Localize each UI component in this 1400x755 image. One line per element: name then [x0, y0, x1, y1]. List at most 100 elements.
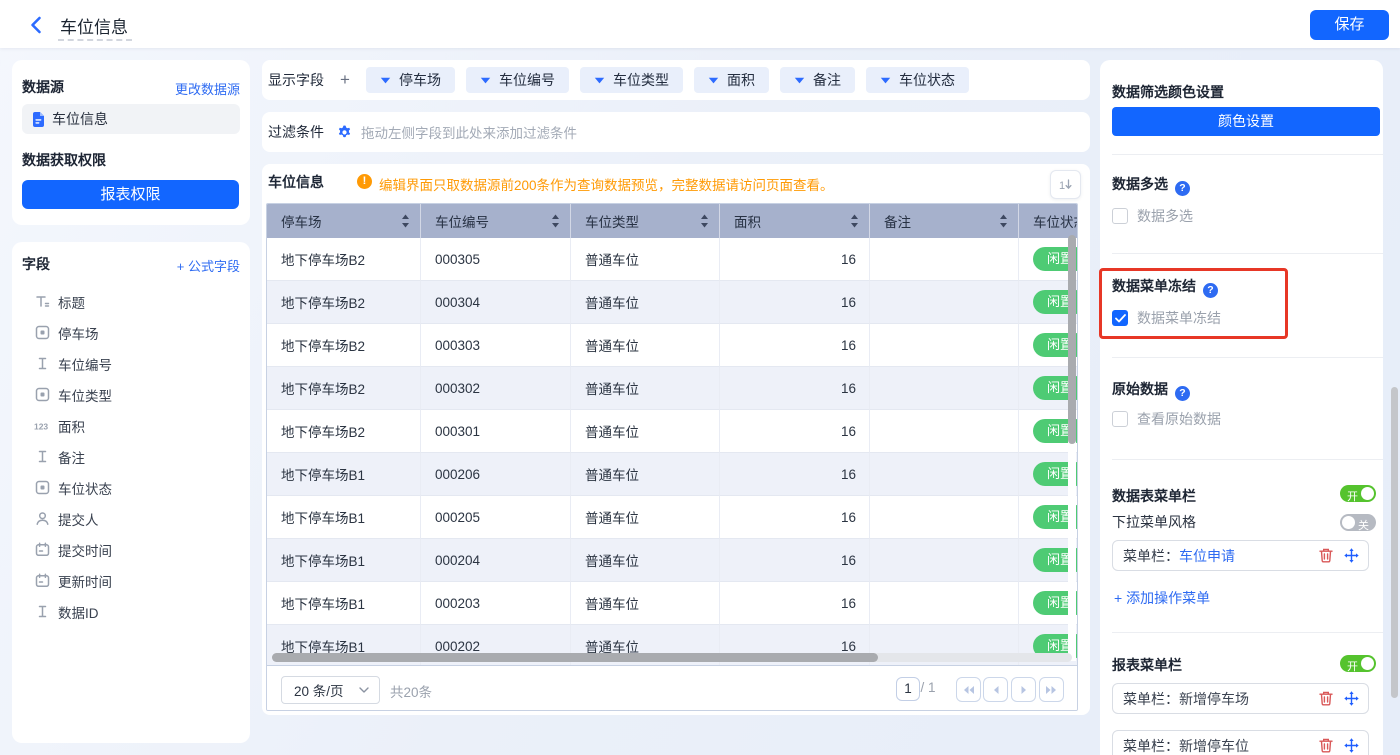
field-list-item[interactable]: 停车场	[22, 317, 240, 348]
rawdata-checkbox-label: 查看原始数据	[1137, 409, 1221, 429]
cell-code: 000205	[421, 496, 571, 539]
divider	[1112, 253, 1383, 254]
field-chip[interactable]: 面积	[694, 67, 769, 93]
field-list-item[interactable]: 车位状态	[22, 472, 240, 503]
sort-icon[interactable]	[999, 214, 1008, 228]
column-header[interactable]: 车位状态	[1019, 204, 1077, 238]
field-list-item[interactable]: 标题	[22, 286, 240, 317]
field-list-item[interactable]: 备注	[22, 441, 240, 472]
field-label: 提交人	[58, 509, 99, 529]
table-row[interactable]: 地下停车场B2 000303 普通车位 16 闲置	[267, 324, 1077, 367]
freeze-checkbox[interactable]	[1112, 310, 1128, 326]
table-row[interactable]: 地下停车场B2 000302 普通车位 16 闲置	[267, 367, 1077, 410]
save-button[interactable]: 保存	[1310, 10, 1389, 40]
column-header[interactable]: 停车场	[267, 204, 421, 238]
help-icon[interactable]: ?	[1175, 386, 1190, 401]
field-chip-label: 车位状态	[899, 70, 955, 90]
back-icon[interactable]	[26, 14, 48, 36]
gear-icon[interactable]	[337, 125, 352, 140]
report-permission-button[interactable]: 报表权限	[22, 180, 239, 209]
field-chip[interactable]: 备注	[780, 67, 855, 93]
column-header[interactable]: 车位类型	[571, 204, 720, 238]
dropdown-style-toggle[interactable]: 关	[1340, 514, 1376, 531]
field-type-icon	[34, 387, 50, 403]
sort-order-button[interactable]: 1	[1050, 170, 1081, 199]
page-scrollbar[interactable]	[1391, 387, 1398, 698]
field-type-icon: 123	[34, 418, 50, 434]
field-list-item[interactable]: 数据ID	[22, 596, 240, 627]
field-list-item[interactable]: 提交时间	[22, 534, 240, 565]
sort-icon[interactable]	[401, 214, 410, 228]
cell-code: 000301	[421, 410, 571, 453]
page-title[interactable]: 车位信息	[60, 13, 128, 38]
table-row[interactable]: 地下停车场B1 000203 普通车位 16 闲置	[267, 582, 1077, 625]
table-horizontal-scrollbar[interactable]	[272, 653, 878, 662]
column-header[interactable]: 备注	[870, 204, 1019, 238]
delete-icon[interactable]	[1319, 548, 1333, 563]
sort-icon[interactable]	[551, 214, 560, 228]
delete-icon[interactable]	[1319, 738, 1333, 753]
table-vertical-scrollbar[interactable]	[1068, 235, 1076, 444]
field-chip[interactable]: 车位状态	[866, 67, 969, 93]
rawdata-checkbox[interactable]	[1112, 411, 1128, 427]
field-list-item[interactable]: 更新时间	[22, 565, 240, 596]
formula-field-link[interactable]: + 公式字段	[177, 256, 240, 275]
move-icon[interactable]	[1344, 738, 1359, 753]
top-bar: 车位信息 保存	[0, 0, 1400, 48]
field-chip[interactable]: 停车场	[366, 67, 455, 93]
filter-drop-placeholder: 拖动左侧字段到此处来添加过滤条件	[361, 122, 577, 142]
field-type-icon	[34, 294, 50, 310]
cell-parking: 地下停车场B2	[267, 281, 421, 324]
field-list-item[interactable]: 车位编号	[22, 348, 240, 379]
add-display-field-icon[interactable]: +	[339, 70, 351, 90]
sort-icon[interactable]	[850, 214, 859, 228]
page-count-label: / 1	[916, 680, 940, 695]
page-size-select[interactable]: 20 条/页	[281, 676, 380, 704]
table-menu-toggle[interactable]: 开	[1340, 485, 1376, 502]
table-row[interactable]: 地下停车场B2 000301 普通车位 16 闲置	[267, 410, 1077, 453]
column-header[interactable]: 面积	[720, 204, 870, 238]
table-row[interactable]: 地下停车场B2 000304 普通车位 16 闲置	[267, 281, 1077, 324]
first-page-button[interactable]	[956, 677, 981, 702]
cell-parking: 地下停车场B1	[267, 582, 421, 625]
cell-area: 16	[720, 539, 870, 582]
rawdata-checkbox-row[interactable]: 查看原始数据	[1112, 409, 1221, 429]
menu-item-add-parking-space[interactable]: 菜单栏： 新增停车位	[1112, 730, 1369, 755]
field-chip[interactable]: 车位编号	[466, 67, 569, 93]
delete-icon[interactable]	[1319, 691, 1333, 706]
help-icon[interactable]: ?	[1203, 283, 1218, 298]
next-page-button[interactable]	[1011, 677, 1036, 702]
column-header[interactable]: 车位编号	[421, 204, 571, 238]
field-list-item[interactable]: 123 面积	[22, 410, 240, 441]
help-icon[interactable]: ?	[1175, 181, 1190, 196]
filter-card: 过滤条件 拖动左侧字段到此处来添加过滤条件	[262, 112, 1090, 152]
table-row[interactable]: 地下停车场B1 000204 普通车位 16 闲置	[267, 539, 1077, 582]
cell-parking: 地下停车场B2	[267, 324, 421, 367]
freeze-checkbox-row[interactable]: 数据菜单冻结	[1112, 308, 1221, 328]
multiselect-checkbox-row[interactable]: 数据多选	[1112, 206, 1193, 226]
table-row[interactable]: 地下停车场B1 000206 普通车位 16 闲置	[267, 453, 1077, 496]
multiselect-checkbox[interactable]	[1112, 208, 1128, 224]
change-datasource-link[interactable]: 更改数据源	[175, 79, 240, 98]
field-label: 车位类型	[58, 385, 112, 405]
field-label: 备注	[58, 447, 85, 467]
field-chip[interactable]: 车位类型	[580, 67, 683, 93]
move-icon[interactable]	[1344, 548, 1359, 563]
sort-icon[interactable]	[700, 214, 709, 228]
field-list-item[interactable]: 车位类型	[22, 379, 240, 410]
table-row[interactable]: 地下停车场B1 000205 普通车位 16 闲置	[267, 496, 1077, 539]
color-settings-button[interactable]: 颜色设置	[1112, 107, 1380, 136]
last-page-button[interactable]	[1039, 677, 1064, 702]
menu-item-add-parking-lot[interactable]: 菜单栏： 新增停车场	[1112, 683, 1369, 714]
permission-title: 数据获取权限	[22, 150, 106, 170]
add-action-menu-link[interactable]: + 添加操作菜单	[1114, 588, 1210, 608]
datasource-item[interactable]: 车位信息	[22, 104, 240, 134]
toggle-knob	[1342, 516, 1355, 529]
menu-item-parking-apply[interactable]: 菜单栏： 车位申请	[1112, 540, 1369, 571]
field-list-item[interactable]: 提交人	[22, 503, 240, 534]
previous-page-button[interactable]	[983, 677, 1008, 702]
table-row[interactable]: 地下停车场B2 000305 普通车位 16 闲置	[267, 238, 1077, 281]
field-label: 更新时间	[58, 571, 112, 591]
report-menu-toggle[interactable]: 开	[1340, 655, 1376, 672]
move-icon[interactable]	[1344, 691, 1359, 706]
